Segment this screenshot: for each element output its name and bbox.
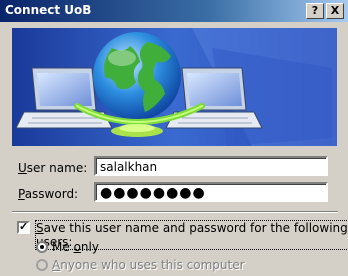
- password-field[interactable]: ●●●●●●●●: [94, 182, 328, 202]
- globe-icon: [93, 32, 181, 120]
- username-field[interactable]: salalkhan: [94, 156, 328, 176]
- network-banner-image: [12, 28, 337, 146]
- close-button[interactable]: X: [326, 3, 344, 19]
- divider: [12, 211, 338, 213]
- password-label: Password:: [18, 187, 79, 201]
- title-bar: Connect UoB ? X: [0, 0, 348, 22]
- anyone-radio[interactable]: [36, 259, 48, 271]
- help-button[interactable]: ?: [306, 3, 324, 19]
- save-password-checkbox[interactable]: ✓: [17, 221, 30, 234]
- window-title: Connect UoB: [5, 3, 92, 17]
- me-only-radio[interactable]: [36, 241, 48, 253]
- anyone-label: Anyone who uses this computer: [52, 258, 245, 272]
- me-only-label[interactable]: Me only: [52, 240, 99, 254]
- username-label: User name:: [18, 161, 88, 175]
